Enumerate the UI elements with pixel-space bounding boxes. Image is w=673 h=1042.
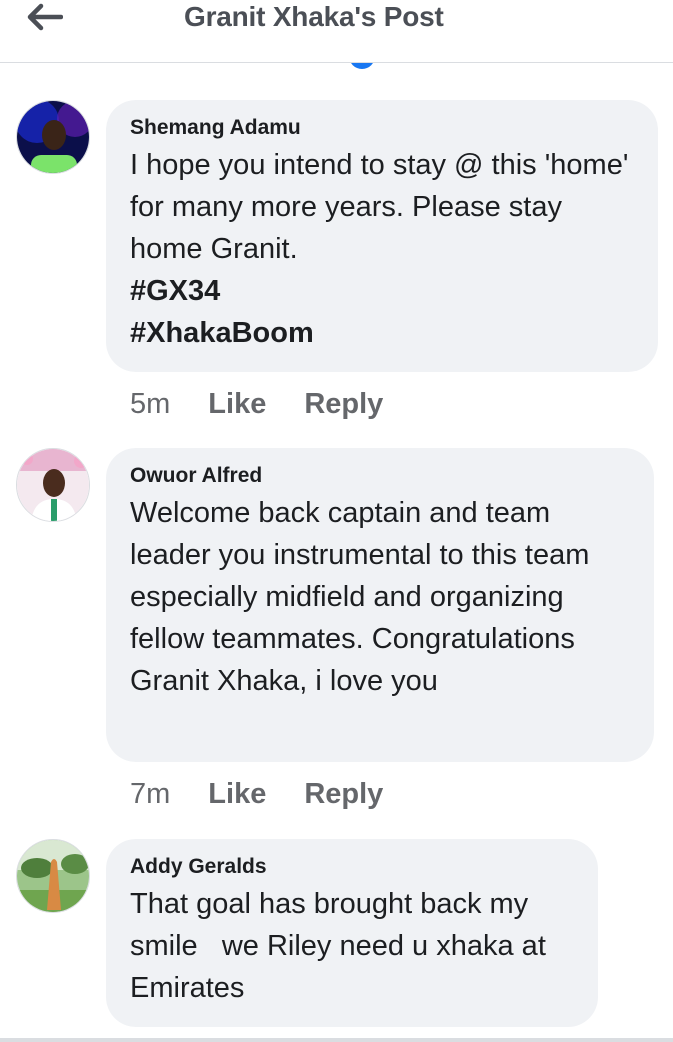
- comment-bubble: Addy Geralds That goal has brought back …: [106, 839, 598, 1027]
- like-button[interactable]: Like: [208, 388, 266, 421]
- comment-time[interactable]: 5m: [130, 388, 170, 421]
- comment-bubble: Shemang Adamu I hope you intend to stay …: [106, 100, 658, 372]
- previous-comment-actions: [0, 62, 673, 76]
- page-title: Granit Xhaka's Post: [184, 1, 444, 32]
- comment-time[interactable]: 7m: [130, 778, 170, 811]
- back-button[interactable]: [22, 2, 66, 32]
- hashtag-link[interactable]: #GX34: [130, 270, 634, 312]
- avatar[interactable]: [16, 839, 90, 913]
- comment-text: I hope you intend to stay @ this 'home' …: [130, 149, 637, 265]
- previous-like-action: [195, 62, 234, 72]
- comment-text: Welcome back captain and team leader you…: [130, 497, 598, 697]
- previous-reply-action: [268, 62, 315, 72]
- hashtag-link[interactable]: #XhakaBoom: [130, 312, 634, 354]
- reply-button[interactable]: Reply: [304, 778, 383, 811]
- comment-text: That goal has brought back my smile we R…: [130, 888, 554, 1004]
- top-bar: Granit Xhaka's Post: [0, 0, 673, 63]
- bottom-divider: [0, 1038, 673, 1042]
- previous-comment-time: [130, 62, 161, 72]
- avatar[interactable]: [16, 448, 90, 522]
- comment-actions: 7m Like Reply: [130, 778, 383, 811]
- comment-author[interactable]: Addy Geralds: [130, 855, 574, 879]
- comment-author[interactable]: Owuor Alfred: [130, 464, 630, 488]
- arrow-left-icon: [27, 3, 63, 31]
- like-button[interactable]: Like: [208, 778, 266, 811]
- comment-actions: 5m Like Reply: [130, 388, 383, 421]
- comment-author[interactable]: Shemang Adamu: [130, 116, 634, 140]
- reply-button[interactable]: Reply: [304, 388, 383, 421]
- avatar[interactable]: [16, 100, 90, 174]
- comment-bubble: Owuor Alfred Welcome back captain and te…: [106, 448, 654, 762]
- reaction-icon: [348, 62, 375, 69]
